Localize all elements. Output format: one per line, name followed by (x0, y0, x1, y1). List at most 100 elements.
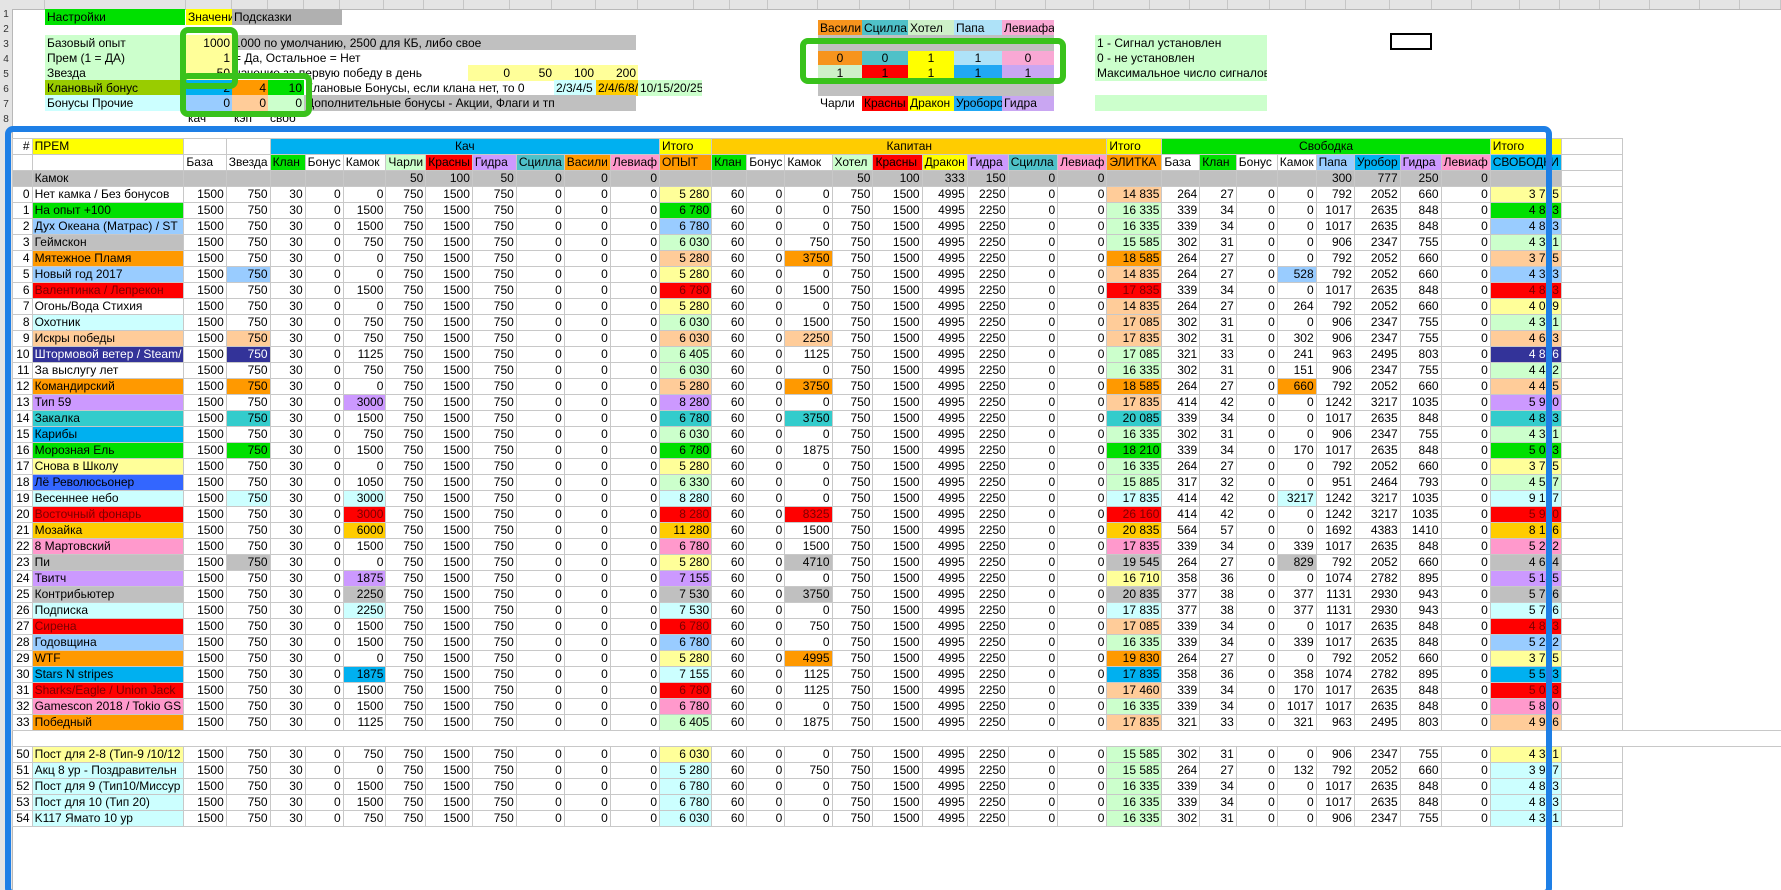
column-header[interactable] (464, 0, 510, 9)
kapitan-value[interactable]: 0 (784, 698, 833, 715)
kapitan-value[interactable]: 0 (746, 266, 786, 283)
clan-value[interactable]: 30 (269, 490, 306, 507)
svodka-value[interactable]: 2635 (1353, 778, 1401, 795)
kach-value[interactable]: 1500 (425, 474, 473, 491)
kach-value[interactable]: 1500 (425, 202, 473, 219)
kapitan-value[interactable]: 2250 (966, 714, 1009, 731)
kapitan-value[interactable]: 0 (1057, 330, 1108, 347)
kapitan-value[interactable]: 0 (1057, 458, 1108, 475)
kapitan-value[interactable]: 0 (746, 474, 786, 491)
kapitan-value[interactable]: 60 (711, 506, 748, 523)
kach-value[interactable]: 0 (609, 378, 661, 395)
kamok-value[interactable]: 750 (342, 330, 387, 347)
svodka-value[interactable]: 31 (1199, 314, 1237, 331)
svodka-value[interactable]: 31 (1199, 746, 1237, 763)
kapitan-value[interactable]: 2250 (966, 602, 1009, 619)
kapitan-value[interactable]: 2250 (784, 330, 833, 347)
settings-other-3[interactable]: 0 (268, 95, 304, 111)
svodka-value[interactable]: 2930 (1353, 602, 1401, 619)
bonus-value[interactable]: 0 (304, 698, 344, 715)
svodka-value[interactable]: 0 (1440, 618, 1491, 635)
kapitan-value[interactable]: 750 (831, 506, 874, 523)
kapitan-value[interactable]: 0 (1057, 666, 1108, 683)
kapitan-value[interactable]: 0 (746, 794, 786, 811)
kach-value[interactable]: 0 (515, 506, 565, 523)
svodka-value[interactable]: 906 (1315, 362, 1355, 379)
star-value[interactable]: 750 (225, 618, 271, 635)
kapitan-value[interactable]: 0 (1007, 810, 1059, 827)
kapitan-value[interactable]: 0 (1007, 202, 1059, 219)
kach-value[interactable]: 0 (609, 650, 661, 667)
svodka-value[interactable]: 1692 (1315, 522, 1355, 539)
star-value[interactable]: 750 (225, 490, 271, 507)
kach-value[interactable]: 0 (609, 234, 661, 251)
star-value[interactable]: 750 (225, 698, 271, 715)
clan-value[interactable]: 30 (269, 314, 306, 331)
kapitan-value[interactable]: 0 (1007, 778, 1059, 795)
svodka-value[interactable]: 2347 (1353, 234, 1401, 251)
kapitan-value[interactable]: 750 (784, 762, 833, 779)
kamok-value[interactable]: 1125 (342, 346, 387, 363)
kapitan-value[interactable]: 1500 (872, 234, 923, 251)
kach-value[interactable]: 0 (563, 362, 611, 379)
kach-value[interactable]: 0 (563, 314, 611, 331)
base-value[interactable]: 1500 (183, 362, 227, 379)
kapitan-value[interactable]: 60 (711, 794, 748, 811)
svodka-value[interactable]: 339 (1276, 634, 1317, 651)
svodka-value[interactable]: 339 (1276, 538, 1317, 555)
star-value[interactable]: 750 (225, 586, 271, 603)
svodka-value[interactable]: 0 (1235, 794, 1278, 811)
row-name[interactable]: Снова в Школу (31, 458, 185, 475)
kapitan-value[interactable]: 0 (1057, 650, 1108, 667)
column-header[interactable] (768, 0, 818, 9)
kapitan-value[interactable]: 0 (784, 266, 833, 283)
svodka-value[interactable]: 339 (1161, 282, 1201, 299)
kach-value[interactable]: 0 (563, 506, 611, 523)
settings-value-star[interactable]: 50 (186, 65, 232, 81)
svodka-value[interactable]: 906 (1315, 330, 1355, 347)
svodka-value[interactable]: 0 (1276, 522, 1317, 539)
kach-value[interactable]: 0 (563, 746, 611, 763)
svodka-value[interactable]: 57 (1199, 522, 1237, 539)
clan-value[interactable]: 30 (269, 794, 306, 811)
bonus-value[interactable]: 0 (304, 634, 344, 651)
svodka-value[interactable]: 564 (1161, 522, 1201, 539)
kach-value[interactable]: 0 (609, 522, 661, 539)
kach-value[interactable]: 750 (385, 490, 427, 507)
svodka-value[interactable]: 0 (1440, 506, 1491, 523)
kapitan-value[interactable]: 60 (711, 634, 748, 651)
column-header[interactable] (1270, 0, 1306, 9)
svodka-value[interactable]: 943 (1399, 586, 1442, 603)
kapitan-value[interactable]: 1500 (872, 586, 923, 603)
kamok-value[interactable]: 750 (342, 362, 387, 379)
kapitan-value[interactable]: 1500 (872, 490, 923, 507)
kapitan-value[interactable]: 4995 (921, 314, 968, 331)
kapitan-value[interactable]: 0 (1007, 714, 1059, 731)
svodka-value[interactable]: 0 (1440, 266, 1491, 283)
svodka-value[interactable]: 906 (1315, 426, 1355, 443)
kach-value[interactable]: 750 (385, 314, 427, 331)
svodka-value[interactable]: 339 (1161, 618, 1201, 635)
bonus-value[interactable]: 0 (304, 266, 344, 283)
kapitan-value[interactable]: 750 (831, 298, 874, 315)
kapitan-value[interactable]: 1500 (872, 666, 923, 683)
kapitan-value[interactable]: 0 (746, 234, 786, 251)
clan-value[interactable]: 30 (269, 346, 306, 363)
svodka-value[interactable]: 0 (1440, 666, 1491, 683)
kach-value[interactable]: 0 (609, 490, 661, 507)
svodka-value[interactable]: 0 (1440, 794, 1491, 811)
base-value[interactable]: 1500 (183, 618, 227, 635)
kamok-value[interactable]: 3000 (342, 394, 387, 411)
svodka-value[interactable]: 321 (1161, 346, 1201, 363)
kapitan-value[interactable]: 60 (711, 186, 748, 203)
svodka-value[interactable]: 170 (1276, 442, 1317, 459)
column-header[interactable] (818, 0, 860, 9)
star-value[interactable]: 750 (225, 314, 271, 331)
kach-value[interactable]: 0 (563, 458, 611, 475)
base-value[interactable]: 1500 (183, 554, 227, 571)
row-number[interactable]: 5 (0, 69, 12, 80)
kapitan-value[interactable]: 2250 (966, 234, 1009, 251)
svodka-value[interactable]: 1017 (1315, 698, 1355, 715)
kapitan-value[interactable]: 750 (831, 522, 874, 539)
star-value[interactable]: 750 (225, 426, 271, 443)
